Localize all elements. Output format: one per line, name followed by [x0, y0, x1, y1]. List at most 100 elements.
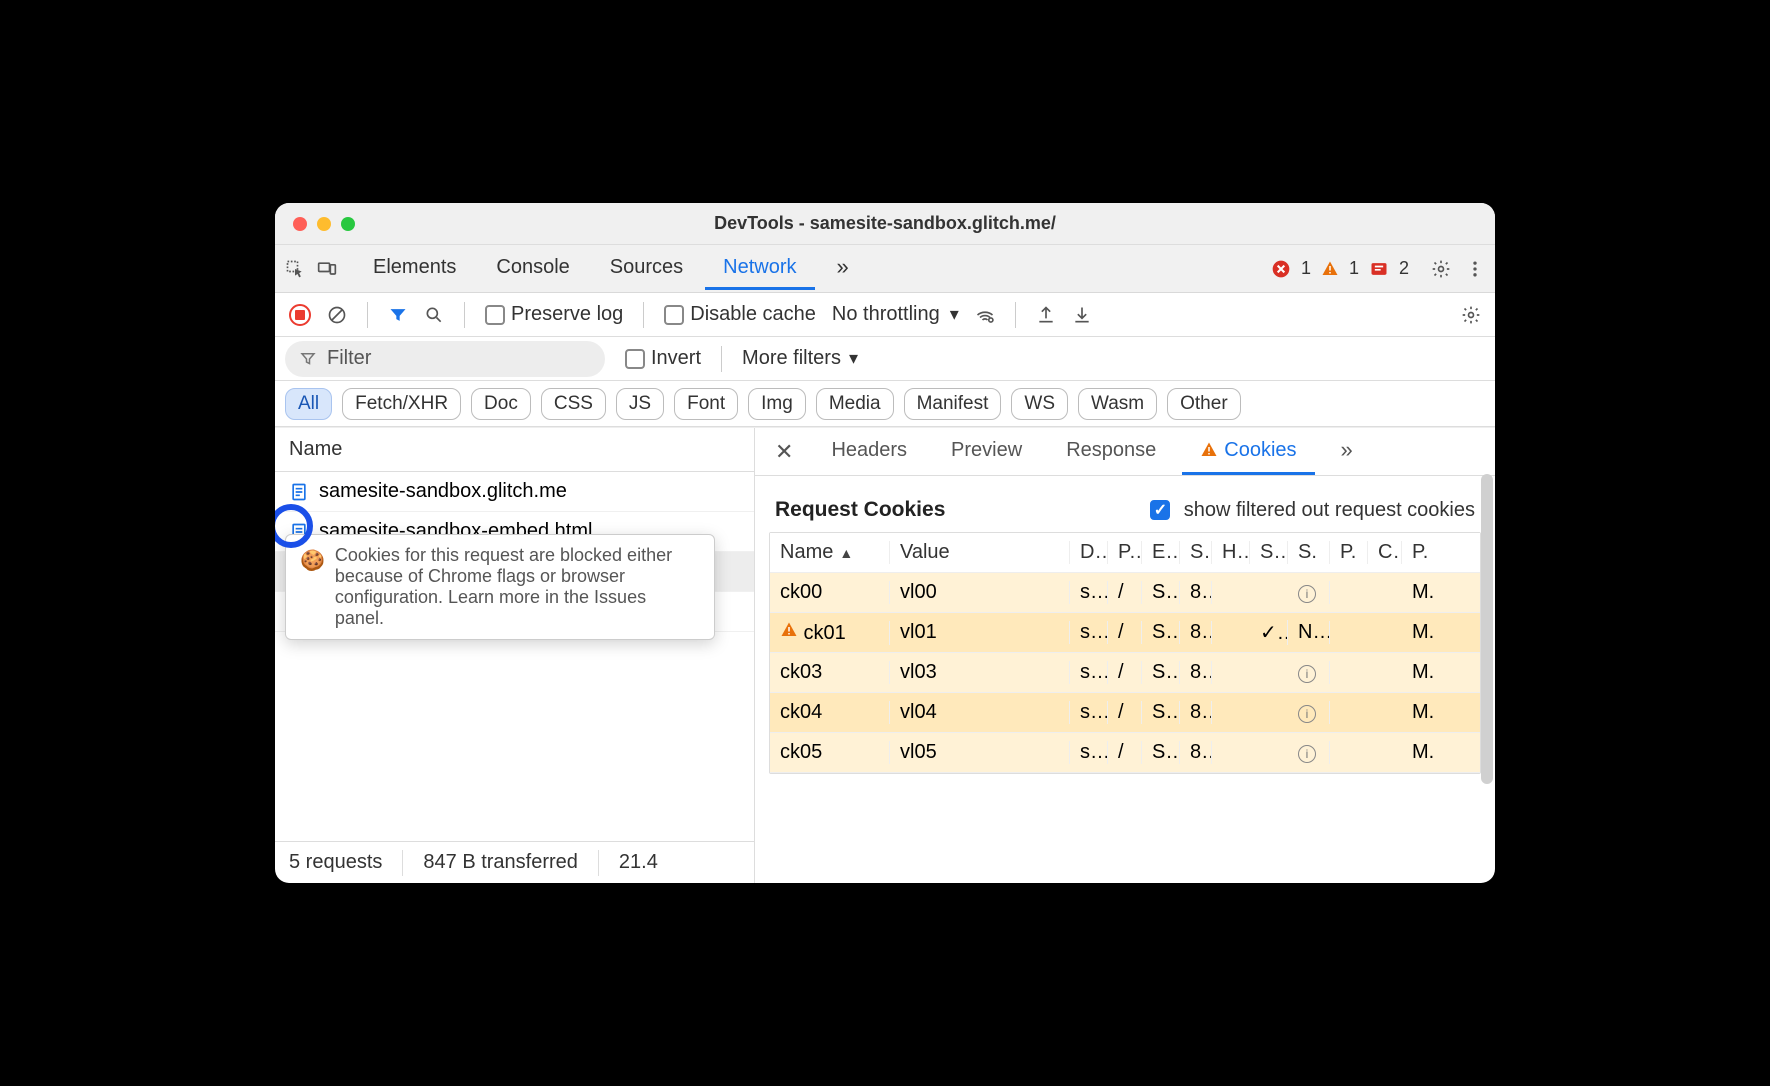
table-row[interactable]: ck00vl00s…/S..8iM.	[770, 573, 1480, 613]
subtab-headers[interactable]: Headers	[813, 428, 925, 475]
table-cell: /	[1108, 621, 1142, 644]
type-ws[interactable]: WS	[1011, 388, 1068, 420]
col-value[interactable]: Value	[890, 541, 1070, 564]
cookies-panel-head: Request Cookies show filtered out reques…	[755, 476, 1495, 532]
table-cell: /	[1108, 701, 1142, 724]
warning-icon	[780, 621, 798, 639]
checkbox-checked-icon	[1150, 500, 1170, 520]
tab-network[interactable]: Network	[705, 248, 814, 290]
close-window-button[interactable]	[293, 217, 307, 231]
col-s[interactable]: S.	[1180, 541, 1212, 564]
col-p2[interactable]: P.	[1330, 541, 1368, 564]
scrollbar[interactable]	[1481, 474, 1493, 784]
issue-badges[interactable]: 1 1 2	[1271, 258, 1427, 279]
info-icon: i	[1298, 665, 1316, 683]
cookies-table: Name▲ Value D. P. E. S. H. S. S. P. C. P…	[769, 532, 1481, 774]
import-har-icon[interactable]	[1072, 305, 1092, 325]
table-cell: ck00	[770, 581, 890, 604]
col-p3[interactable]: P.	[1402, 541, 1480, 564]
more-tabs-button[interactable]: »	[819, 246, 867, 291]
info-icon: i	[1298, 705, 1316, 723]
throttling-select[interactable]: No throttling ▾	[832, 303, 959, 326]
subtab-cookies[interactable]: Cookies	[1182, 428, 1314, 475]
inspect-element-icon[interactable]	[285, 259, 305, 279]
network-toolbar: Preserve log Disable cache No throttling…	[275, 293, 1495, 337]
request-rows: samesite-sandbox.glitch.me samesite-sand…	[275, 472, 754, 841]
document-icon	[289, 482, 309, 502]
col-p[interactable]: P.	[1108, 541, 1142, 564]
type-all[interactable]: All	[285, 388, 332, 420]
tab-elements[interactable]: Elements	[355, 248, 474, 290]
tab-sources[interactable]: Sources	[592, 248, 701, 290]
col-h[interactable]: H.	[1212, 541, 1250, 564]
settings-gear-icon[interactable]	[1431, 259, 1451, 279]
table-cell: s…	[1070, 621, 1108, 644]
type-other[interactable]: Other	[1167, 388, 1241, 420]
col-e[interactable]: E.	[1142, 541, 1180, 564]
load-time: 21.4	[619, 851, 658, 874]
minimize-window-button[interactable]	[317, 217, 331, 231]
error-icon	[1271, 259, 1291, 279]
table-cell: s…	[1070, 661, 1108, 684]
preserve-log-label: Preserve log	[511, 303, 623, 325]
network-conditions-icon[interactable]	[975, 305, 995, 325]
type-css[interactable]: CSS	[541, 388, 606, 420]
search-icon[interactable]	[424, 305, 444, 325]
type-fetchxhr[interactable]: Fetch/XHR	[342, 388, 461, 420]
col-s2[interactable]: S.	[1250, 541, 1288, 564]
type-font[interactable]: Font	[674, 388, 738, 420]
request-list-header[interactable]: Name	[275, 428, 754, 472]
close-detail-button[interactable]: ✕	[763, 439, 805, 465]
type-media[interactable]: Media	[816, 388, 894, 420]
network-settings-gear-icon[interactable]	[1461, 305, 1481, 325]
col-s3[interactable]: S.	[1288, 541, 1330, 564]
table-cell: vl01	[890, 621, 1070, 644]
type-js[interactable]: JS	[616, 388, 664, 420]
request-row[interactable]: samesite-sandbox.glitch.me	[275, 472, 754, 512]
clear-button[interactable]	[327, 305, 347, 325]
table-cell: ck03	[770, 661, 890, 684]
filter-toggle-icon[interactable]	[388, 305, 408, 325]
table-row[interactable]: ck05vl05s…/S..8iM.	[770, 733, 1480, 773]
kebab-menu-icon[interactable]	[1465, 259, 1485, 279]
type-wasm[interactable]: Wasm	[1078, 388, 1157, 420]
record-button[interactable]	[289, 304, 311, 326]
table-header-row[interactable]: Name▲ Value D. P. E. S. H. S. S. P. C. P…	[770, 533, 1480, 573]
table-cell: 8	[1180, 701, 1212, 724]
show-filtered-checkbox[interactable]: show filtered out request cookies	[1150, 499, 1475, 522]
subtab-preview[interactable]: Preview	[933, 428, 1040, 475]
tab-console[interactable]: Console	[478, 248, 587, 290]
col-d[interactable]: D.	[1070, 541, 1108, 564]
chevron-down-icon: ▾	[849, 348, 858, 369]
info-icon: i	[1298, 585, 1316, 603]
type-manifest[interactable]: Manifest	[904, 388, 1002, 420]
more-subtabs-button[interactable]: »	[1323, 428, 1371, 475]
export-har-icon[interactable]	[1036, 305, 1056, 325]
traffic-lights	[275, 217, 355, 231]
subtab-response[interactable]: Response	[1048, 428, 1174, 475]
maximize-window-button[interactable]	[341, 217, 355, 231]
disable-cache-checkbox[interactable]: Disable cache	[664, 303, 816, 326]
throttling-value: No throttling	[832, 303, 940, 326]
table-cell: ck05	[770, 741, 890, 764]
more-filters-button[interactable]: More filters ▾	[742, 347, 858, 370]
table-row[interactable]: ck03vl03s…/S..8iM.	[770, 653, 1480, 693]
table-row[interactable]: ck04vl04s…/S..8iM.	[770, 693, 1480, 733]
type-img[interactable]: Img	[748, 388, 806, 420]
type-doc[interactable]: Doc	[471, 388, 531, 420]
detail-subtabs: ✕ Headers Preview Response Cookies »	[755, 428, 1495, 476]
invert-checkbox[interactable]: Invert	[625, 347, 701, 370]
filter-input[interactable]: Filter	[285, 341, 605, 377]
issues-icon	[1369, 259, 1389, 279]
invert-label: Invert	[651, 347, 701, 369]
table-row[interactable]: ck01vl01s…/S..8✓.N..M.	[770, 613, 1480, 653]
col-name: Name▲	[770, 541, 890, 564]
table-cell: M.	[1402, 661, 1480, 684]
filter-placeholder: Filter	[327, 347, 371, 370]
col-c[interactable]: C.	[1368, 541, 1402, 564]
table-cell: i	[1288, 661, 1330, 684]
col-name-label: Name	[780, 541, 833, 563]
device-toolbar-icon[interactable]	[317, 259, 337, 279]
preserve-log-checkbox[interactable]: Preserve log	[485, 303, 623, 326]
warning-count: 1	[1349, 258, 1359, 279]
